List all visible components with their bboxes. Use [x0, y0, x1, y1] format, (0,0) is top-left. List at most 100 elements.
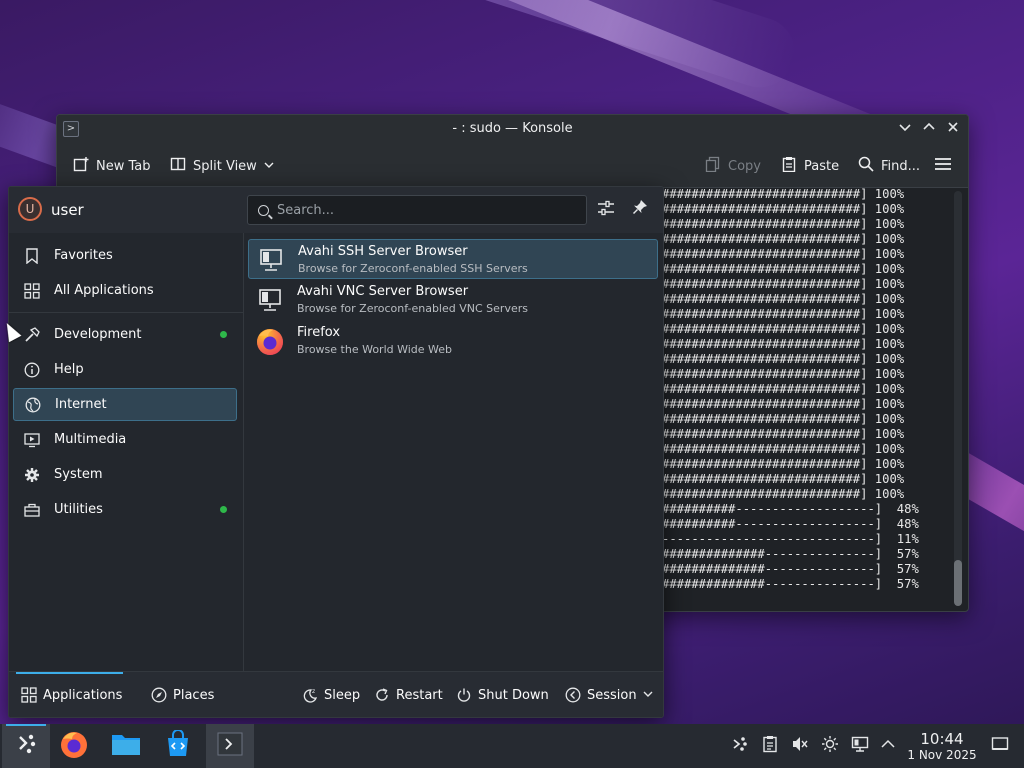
- hamburger-menu-icon: [934, 156, 952, 176]
- globe-icon: [24, 396, 42, 414]
- sidebar-divider: [9, 312, 243, 313]
- application-launcher: U user Favorites All Applications: [8, 186, 664, 718]
- category-favorites[interactable]: Favorites: [13, 239, 237, 272]
- copy-button[interactable]: Copy: [705, 155, 761, 177]
- chevron-down-icon: [899, 124, 911, 132]
- taskbar-discover[interactable]: [154, 724, 202, 768]
- split-view-label: Split View: [193, 158, 257, 174]
- tab-places[interactable]: Places: [151, 686, 214, 704]
- app-name: Firefox: [297, 325, 341, 340]
- new-tab-button[interactable]: New Tab: [73, 155, 151, 177]
- tray-network[interactable]: [850, 736, 870, 756]
- digital-clock[interactable]: 10:44 1 Nov 2025: [900, 730, 984, 762]
- category-multimedia[interactable]: Multimedia: [13, 423, 237, 456]
- taskbar-konsole[interactable]: [206, 724, 254, 768]
- terminal-line: ##########-------------------] 48%: [662, 502, 919, 516]
- pin-button[interactable]: [630, 199, 650, 219]
- terminal-line: ##########-------------------] 48%: [662, 517, 919, 531]
- terminal-line: ###########################] 100%: [662, 442, 905, 456]
- paste-label: Paste: [804, 158, 840, 174]
- compass-icon: [151, 687, 167, 703]
- tray-volume[interactable]: [790, 736, 810, 756]
- maximize-button[interactable]: [919, 119, 939, 139]
- restart-icon: [374, 687, 390, 703]
- network-computer-icon: [257, 287, 283, 313]
- restart-button[interactable]: Restart: [374, 686, 443, 704]
- category-label: Help: [54, 362, 84, 377]
- network-wired-icon: [851, 735, 869, 757]
- category-label: Multimedia: [54, 432, 127, 447]
- category-sidebar: Favorites All Applications Development H…: [9, 233, 244, 671]
- tray-expand-button[interactable]: [878, 736, 898, 756]
- new-tab-icon: [73, 156, 89, 176]
- user-name: user: [51, 201, 84, 219]
- split-view-button[interactable]: Split View: [170, 155, 274, 177]
- konsole-titlebar[interactable]: > - : sudo — Konsole: [57, 115, 968, 143]
- app-name: Avahi VNC Server Browser: [297, 284, 469, 299]
- hamburger-menu-button[interactable]: [934, 155, 952, 177]
- category-development[interactable]: Development: [13, 318, 237, 351]
- taskbar-dolphin[interactable]: [102, 724, 150, 768]
- copy-icon: [705, 156, 721, 176]
- toolbox-icon: [23, 501, 41, 519]
- store-bag-icon: [164, 729, 192, 762]
- app-name: Avahi SSH Server Browser: [298, 244, 468, 259]
- tray-brightness[interactable]: [820, 736, 840, 756]
- tab-label: Applications: [43, 687, 123, 703]
- terminal-output[interactable]: ###########################] 100% #######…: [662, 187, 942, 605]
- search-input[interactable]: [275, 201, 569, 219]
- configure-button[interactable]: [596, 199, 616, 219]
- search-field[interactable]: [247, 195, 587, 225]
- sleep-button[interactable]: z Sleep: [302, 686, 360, 704]
- category-label: Internet: [55, 397, 107, 412]
- gear-icon: [23, 466, 41, 484]
- category-all-applications[interactable]: All Applications: [13, 274, 237, 307]
- application-launcher-button[interactable]: [2, 724, 50, 768]
- app-avahi-ssh-server-browser[interactable]: Avahi SSH Server Browser Browse for Zero…: [248, 239, 658, 279]
- paste-button[interactable]: Paste: [781, 155, 839, 177]
- session-button[interactable]: Session: [565, 686, 653, 704]
- close-icon: [948, 122, 958, 132]
- chevron-down-icon: [264, 159, 274, 174]
- app-firefox[interactable]: Firefox Browse the World Wide Web: [248, 321, 658, 361]
- terminal-line: ###########################] 100%: [662, 322, 905, 336]
- terminal-line: ##############---------------] 57%: [662, 547, 919, 561]
- restart-label: Restart: [396, 687, 443, 703]
- grid-icon: [21, 687, 37, 703]
- taskbar-firefox[interactable]: [50, 724, 98, 768]
- shut-down-label: Shut Down: [478, 687, 549, 703]
- launcher-footer: Applications Places z Sleep Restart Shut…: [9, 671, 663, 717]
- user-avatar[interactable]: U: [18, 197, 42, 221]
- find-button[interactable]: Find...: [858, 155, 920, 177]
- kde-connect-icon: [730, 735, 748, 757]
- app-avahi-vnc-server-browser[interactable]: Avahi VNC Server Browser Browse for Zero…: [248, 280, 658, 320]
- category-internet[interactable]: Internet: [13, 388, 237, 421]
- brightness-icon: [821, 735, 839, 757]
- new-apps-indicator: [220, 506, 227, 513]
- konsole-toolbar: New Tab Split View Copy Paste Find...: [57, 143, 968, 188]
- session-label: Session: [587, 687, 637, 703]
- minimize-button[interactable]: [895, 119, 915, 139]
- category-utilities[interactable]: Utilities: [13, 493, 237, 526]
- firefox-icon: [257, 328, 283, 355]
- terminal-line: -----------------------------] 11%: [662, 532, 919, 546]
- category-label: All Applications: [54, 283, 154, 298]
- terminal-line: ###########################] 100%: [662, 382, 905, 396]
- tray-clipboard[interactable]: [760, 736, 780, 756]
- app-description: Browse for Zeroconf-enabled VNC Servers: [297, 302, 528, 315]
- search-icon: [858, 156, 874, 176]
- terminal-line: ###########################] 100%: [662, 352, 905, 366]
- application-list: Avahi SSH Server Browser Browse for Zero…: [244, 233, 663, 671]
- terminal-line: ###########################] 100%: [662, 457, 905, 471]
- search-icon: [258, 204, 269, 216]
- tab-applications[interactable]: Applications: [21, 686, 122, 704]
- tray-kde-connect[interactable]: [729, 736, 749, 756]
- close-button[interactable]: [943, 119, 963, 139]
- taskbar: 10:44 1 Nov 2025: [0, 724, 1024, 768]
- show-desktop-button[interactable]: [990, 736, 1010, 756]
- category-help[interactable]: Help: [13, 353, 237, 386]
- shut-down-button[interactable]: Shut Down: [456, 686, 549, 704]
- terminal-scrollbar-track[interactable]: [954, 191, 962, 605]
- category-system[interactable]: System: [13, 458, 237, 491]
- terminal-scrollbar-thumb[interactable]: [954, 560, 962, 606]
